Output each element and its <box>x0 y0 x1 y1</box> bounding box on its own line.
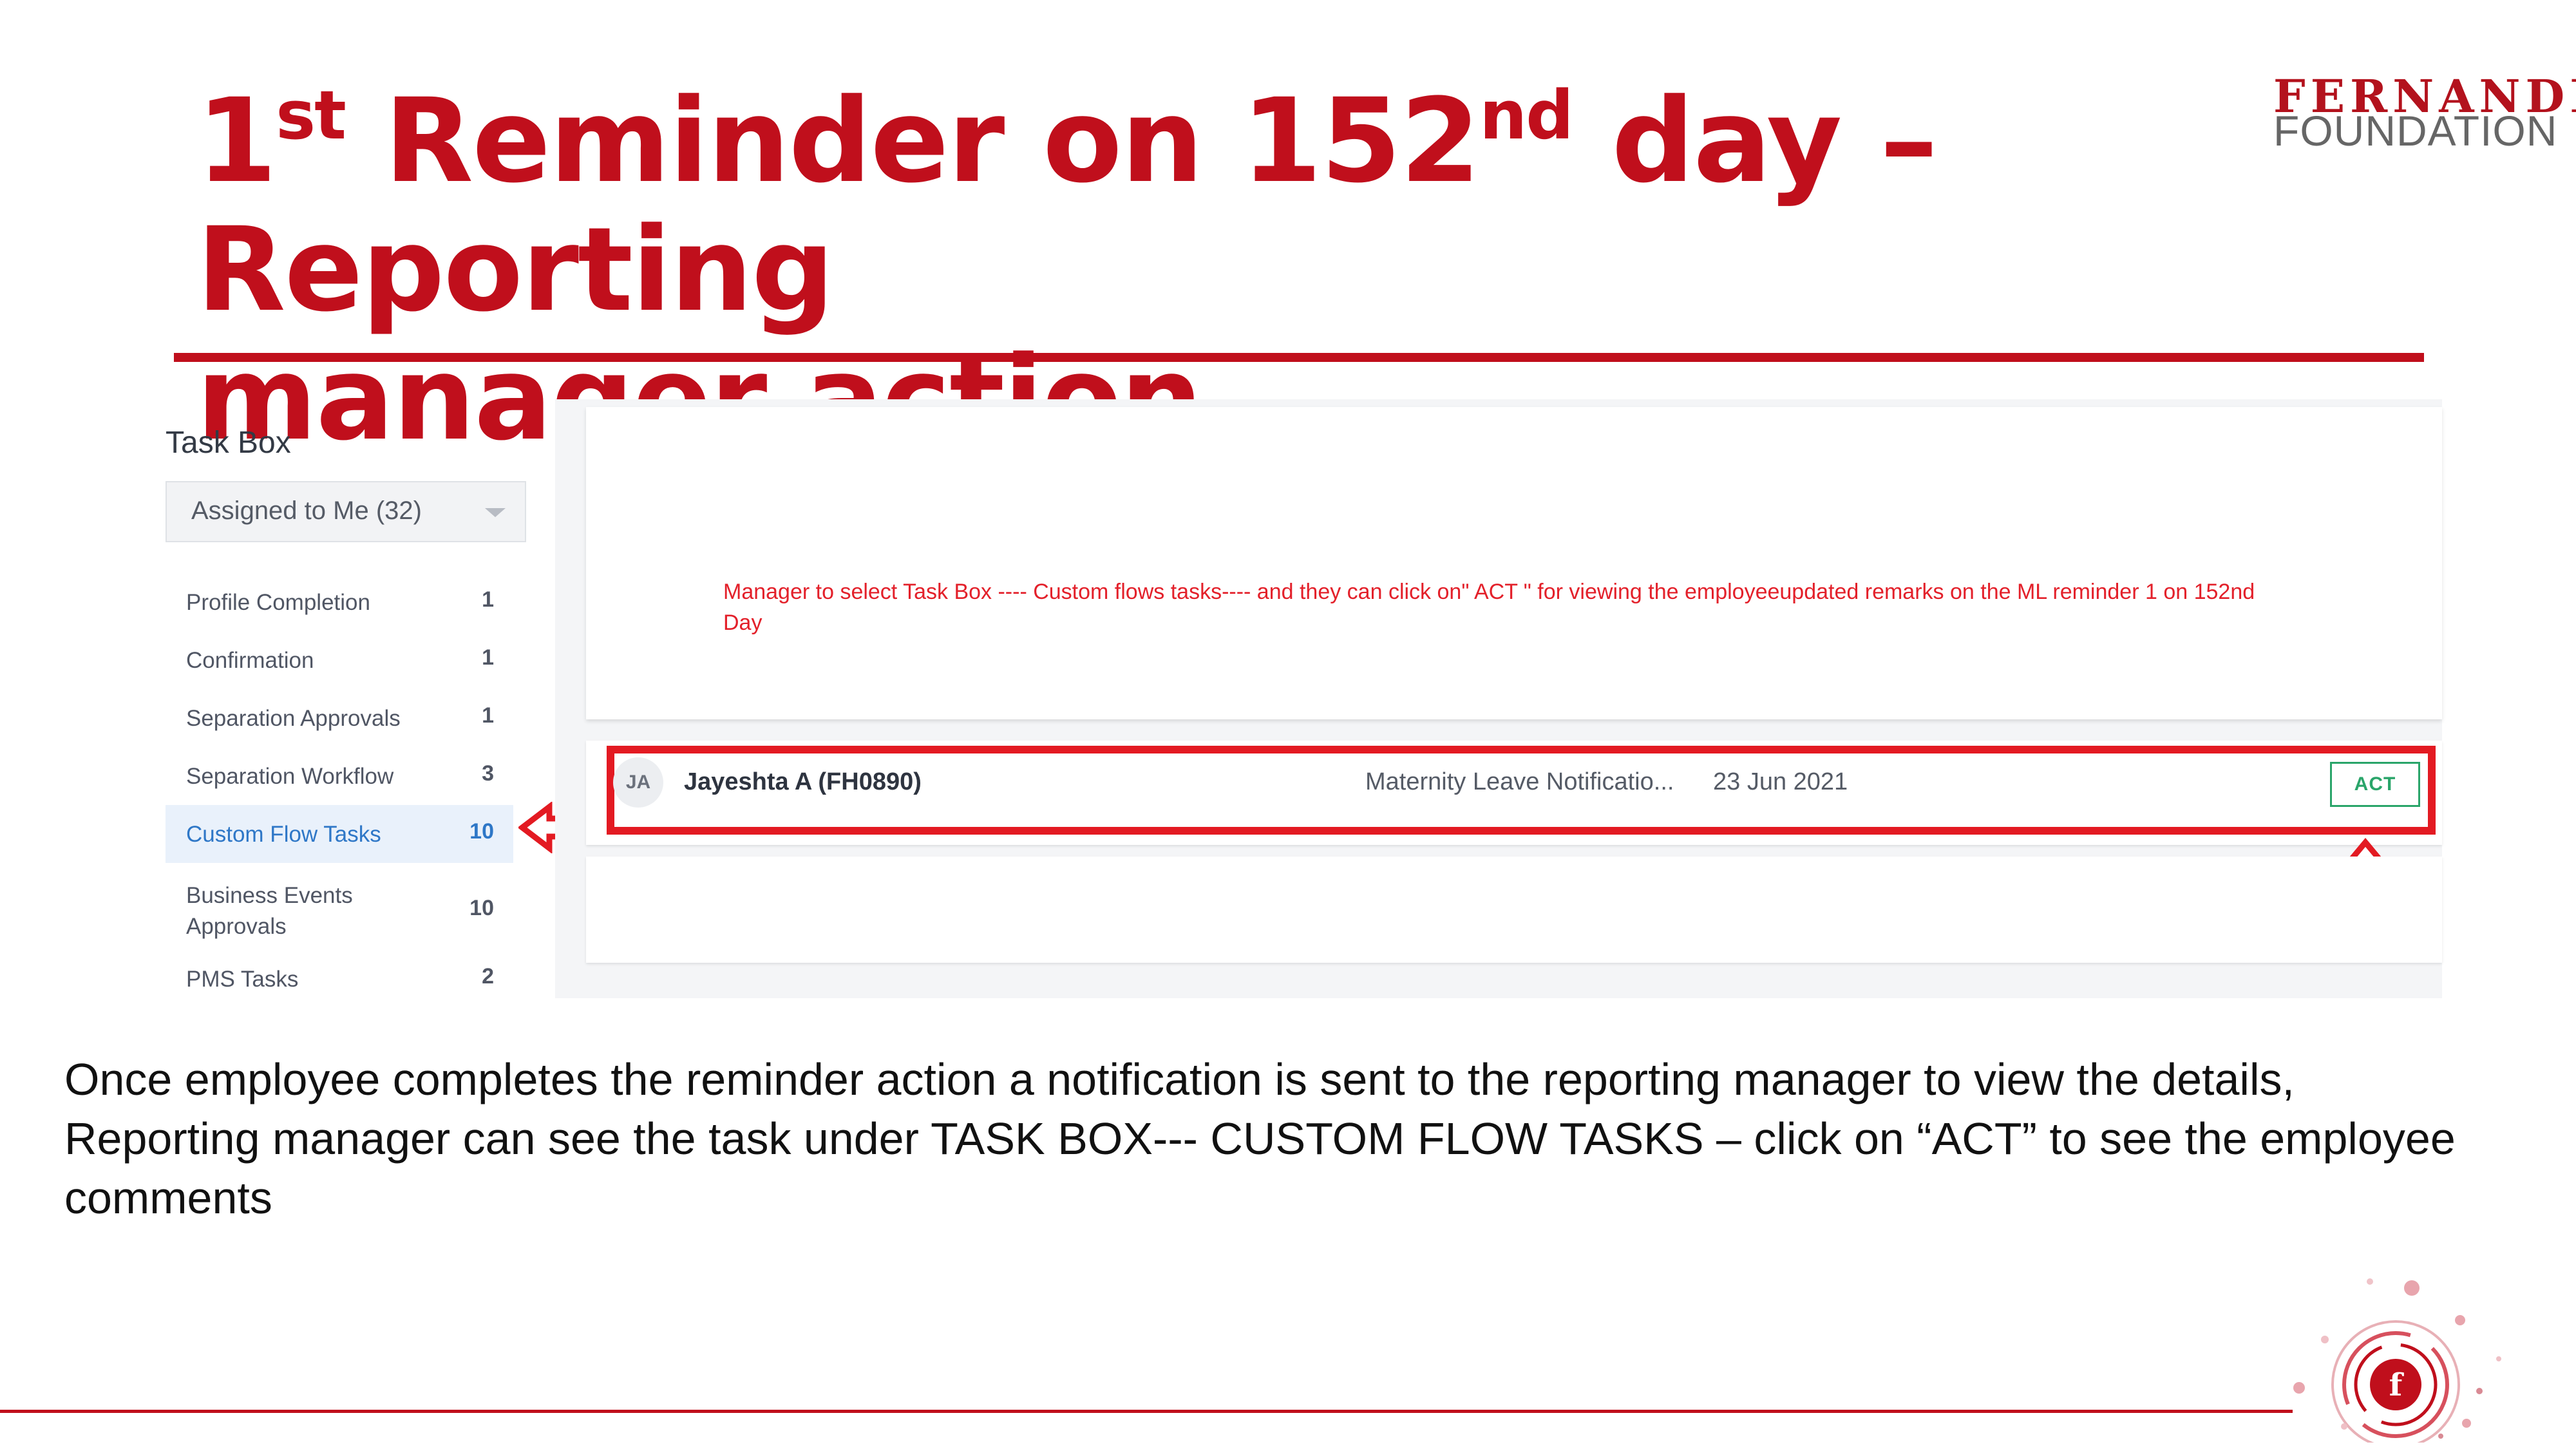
sidebar-item-label: PMS Tasks <box>186 967 299 992</box>
sidebar-item-count: 1 <box>482 587 494 612</box>
sidebar-item-label: Custom Flow Tasks <box>186 822 381 847</box>
sidebar-item-label: Separation Approvals <box>186 706 401 731</box>
act-button[interactable]: ACT <box>2330 762 2420 807</box>
sidebar-item-pms-tasks[interactable]: PMS Tasks 2 <box>166 950 513 1008</box>
sidebar-item-count: 3 <box>482 761 494 786</box>
sidebar-item-separation-approvals[interactable]: Separation Approvals 1 <box>166 689 513 747</box>
sidebar-item-count: 2 <box>482 964 494 989</box>
sidebar-item-confirmation[interactable]: Confirmation 1 <box>166 631 513 689</box>
sidebar-item-label: Business Events Approvals <box>186 883 353 939</box>
assigned-filter-dropdown[interactable]: Assigned to Me (32) <box>166 481 526 542</box>
sidebar-item-custom-flow-tasks[interactable]: Custom Flow Tasks 10 <box>166 805 513 863</box>
sidebar-item-business-events-approvals[interactable]: Business Events Approvals 10 <box>166 866 513 950</box>
sidebar-item-label: Separation Workflow <box>186 764 394 789</box>
task-date: 23 Jun 2021 <box>1713 768 1848 795</box>
instruction-card <box>586 407 2442 719</box>
sidebar-item-label: Profile Completion <box>186 590 370 615</box>
sidebar-item-profile-completion[interactable]: Profile Completion 1 <box>166 573 513 631</box>
chevron-down-icon <box>485 508 506 517</box>
assigned-filter-value: Assigned to Me (32) <box>191 497 422 525</box>
task-type: Maternity Leave Notificatio... <box>1365 768 1674 795</box>
taskbox-title: Task Box <box>166 426 291 460</box>
sidebar-item-label: Confirmation <box>186 648 314 673</box>
avatar: JA <box>613 757 663 808</box>
sidebar-item-separation-workflow[interactable]: Separation Workflow 3 <box>166 747 513 805</box>
annotation-note: Manager to select Task Box ---- Custom f… <box>723 580 2255 635</box>
employee-name: Jayeshta A (FH0890) <box>684 768 922 795</box>
sidebar-item-count: 1 <box>482 645 494 670</box>
sidebar-item-count: 1 <box>482 703 494 728</box>
logo-subtitle: FOUNDATION <box>2273 107 2558 155</box>
sidebar-item-count: 10 <box>469 819 494 844</box>
title-divider <box>174 353 2424 362</box>
footer-divider <box>0 1410 2293 1413</box>
sidebar-item-count: 10 <box>469 896 494 920</box>
empty-card <box>586 857 2442 963</box>
svg-text:f: f <box>2389 1367 2405 1403</box>
slide-caption: Once employee completes the reminder act… <box>64 1054 2456 1223</box>
foundation-emblem-icon: f <box>2293 1278 2501 1443</box>
